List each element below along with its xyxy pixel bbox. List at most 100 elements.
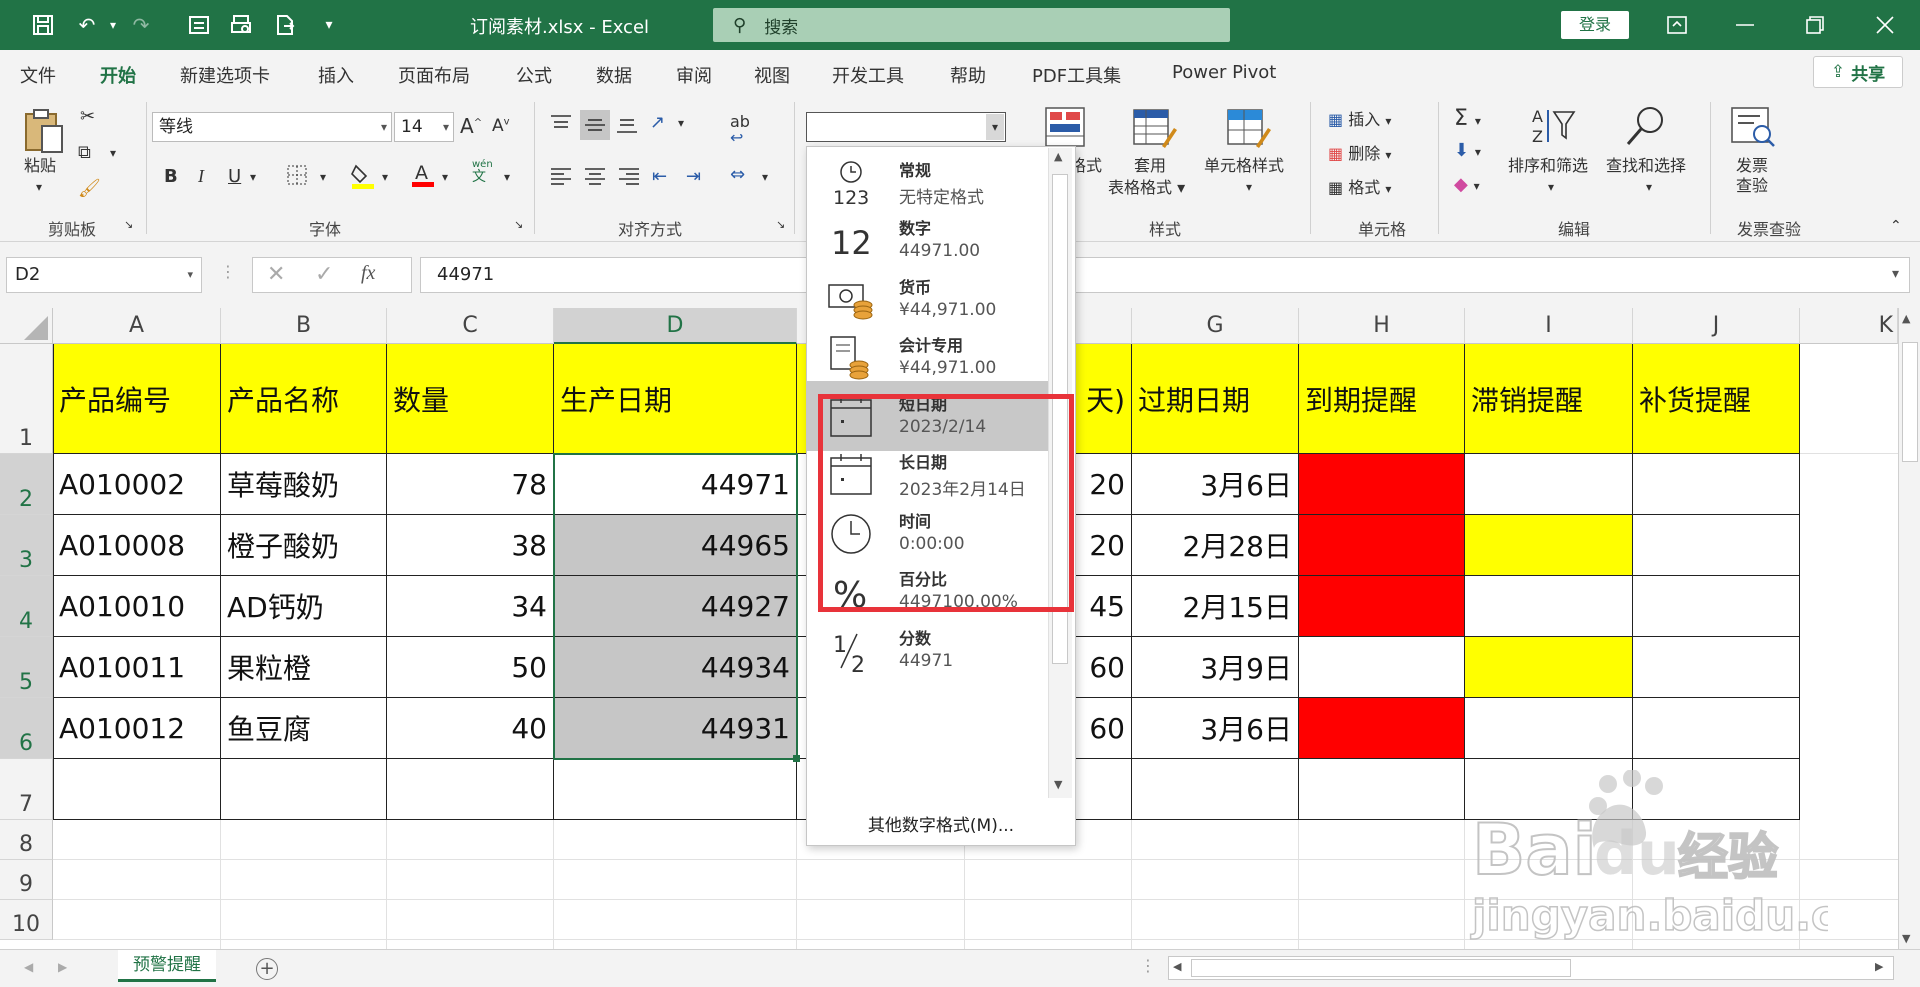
select-all-corner[interactable] [0,308,53,344]
bold-button[interactable]: B [164,166,178,187]
column-header-a[interactable]: A [53,308,221,344]
italic-button[interactable]: I [198,166,204,187]
tab-data[interactable]: 数据 [596,62,632,88]
copy-dropdown-icon[interactable]: ▾ [110,146,116,160]
paste-icon[interactable] [22,106,66,159]
fill-handle[interactable] [793,755,800,762]
border-dropdown-icon[interactable]: ▾ [320,170,326,184]
cell-product-name[interactable]: 橙子酸奶 [221,515,387,576]
cell-expire-date[interactable]: 3月6日 [1132,698,1299,759]
row-header-9[interactable]: 9 [0,860,53,900]
customize-toolbar-icon[interactable]: ▾ [314,10,344,40]
cell-production-date[interactable]: 44927 [554,576,797,637]
fill-color-icon[interactable] [350,162,376,195]
font-launcher-icon[interactable]: ↘ [514,218,523,231]
find-select-dropdown-icon[interactable]: ▾ [1646,180,1652,194]
column-header-j[interactable]: J [1633,308,1800,344]
copy-icon[interactable]: ⧉ [78,142,91,163]
row-header-10[interactable]: 10 [0,900,53,940]
format-cells-button[interactable]: ▦ 格式 ▾ [1328,174,1391,198]
align-top-icon[interactable] [550,114,572,139]
tab-page-layout[interactable]: 页面布局 [398,62,470,88]
font-color-icon[interactable]: A [410,160,436,193]
prev-sheet-icon[interactable]: ◀ [24,960,33,974]
scroll-down-icon[interactable]: ▼ [1902,932,1910,945]
close-icon[interactable] [1870,10,1900,40]
ribbon-display-icon[interactable] [1662,10,1692,40]
formula-input[interactable]: 44971 [420,257,1910,293]
font-size-select[interactable]: 14 ▾ [394,112,454,142]
format-painter-icon[interactable]: 🖌 [78,178,101,199]
clipboard-launcher-icon[interactable]: ↘ [124,218,133,231]
merge-center-icon[interactable]: ⇔ [730,164,745,185]
row-header-3[interactable]: 3 [0,515,53,576]
paste-dropdown-icon[interactable]: ▾ [36,180,42,194]
tab-pdf[interactable]: PDF工具集 [1032,62,1121,88]
merge-dropdown-icon[interactable]: ▾ [762,170,768,184]
cell-quantity[interactable]: 38 [387,515,554,576]
row-header-1[interactable]: 1 [0,344,53,454]
column-header-b[interactable]: B [221,308,387,344]
cell-product-code[interactable]: A010012 [53,698,221,759]
vertical-scrollbar[interactable]: ▲ ▼ [1898,308,1920,949]
cell-due-alert[interactable] [1299,637,1465,698]
header-cell-product-code[interactable]: 产品编号 [53,344,221,454]
cell-product-code[interactable]: A010008 [53,515,221,576]
cell-restock-alert[interactable] [1633,637,1800,698]
header-cell-slow-alert[interactable]: 滞销提醒 [1465,344,1633,454]
table-format-label-2[interactable]: 表格格式 ▾ [1108,178,1185,198]
scroll-up-icon[interactable]: ▲ [1054,150,1062,163]
cell-slow-alert[interactable] [1465,576,1633,637]
cell-product-name[interactable]: 果粒橙 [221,637,387,698]
delete-cells-button[interactable]: ▦ 删除 ▾ [1328,140,1391,164]
increase-indent-icon[interactable]: ⇥ [686,166,701,187]
column-header-k[interactable]: K [1800,308,1898,344]
cell-production-date[interactable]: 44934 [554,637,797,698]
font-color-dropdown-icon[interactable]: ▾ [442,170,448,184]
clear-icon[interactable]: ◆ ▾ [1454,174,1480,195]
cell-restock-alert[interactable] [1633,515,1800,576]
number-format-dropdown-icon[interactable]: ▾ [986,114,1004,140]
cell-production-date[interactable]: 44931 [554,698,797,759]
cell-production-date[interactable]: 44971 [554,454,797,515]
row-header-2[interactable]: 2 [0,454,53,515]
column-header-d[interactable]: D [554,308,797,344]
wrap-text-icon[interactable]: ab ↩ [730,114,750,146]
tab-help[interactable]: 帮助 [950,62,986,88]
insert-cells-button[interactable]: ▦ 插入 ▾ [1328,106,1391,130]
tab-formulas[interactable]: 公式 [516,62,552,88]
table-cell[interactable] [1132,759,1299,820]
sort-filter-label[interactable]: 排序和筛选 [1508,156,1588,176]
table-format-icon[interactable] [1132,106,1178,155]
paste-label[interactable]: 粘贴 [24,156,56,176]
header-cell-quantity[interactable]: 数量 [387,344,554,454]
table-cell[interactable] [53,759,221,820]
form-icon[interactable] [184,10,214,40]
share-button[interactable]: ⇪ 共享 [1813,56,1903,88]
login-button[interactable]: 登录 [1561,11,1629,39]
table-format-label[interactable]: 套用 [1134,156,1166,176]
orientation-icon[interactable]: ↗ [650,112,665,133]
row-header-8[interactable]: 8 [0,820,53,860]
cell-due-alert[interactable] [1299,515,1465,576]
scroll-left-icon[interactable]: ◀ [1173,960,1181,973]
find-select-icon[interactable] [1624,104,1668,153]
expand-formula-icon[interactable]: ▾ [1892,266,1899,282]
cell-product-name[interactable]: 鱼豆腐 [221,698,387,759]
minimize-icon[interactable] [1730,10,1760,40]
more-number-formats-link[interactable]: 其他数字格式(M)... [806,806,1076,846]
add-sheet-icon[interactable]: + [256,958,278,980]
cell-styles-label[interactable]: 单元格样式 [1204,156,1284,176]
tab-view[interactable]: 视图 [754,62,790,88]
underline-button[interactable]: U [228,166,241,187]
cell-slow-alert[interactable] [1465,454,1633,515]
print-preview-icon[interactable] [226,10,256,40]
font-grow-icon[interactable]: A^ [460,114,482,138]
cell-product-code[interactable]: A010011 [53,637,221,698]
header-cell-expire-date[interactable]: 过期日期 [1132,344,1299,454]
cell-production-date[interactable]: 44965 [554,515,797,576]
tab-developer[interactable]: 开发工具 [832,62,904,88]
font-shrink-icon[interactable]: Av [492,116,510,136]
alignment-launcher-icon[interactable]: ↘ [776,218,785,231]
scroll-down-icon[interactable]: ▼ [1054,778,1062,791]
